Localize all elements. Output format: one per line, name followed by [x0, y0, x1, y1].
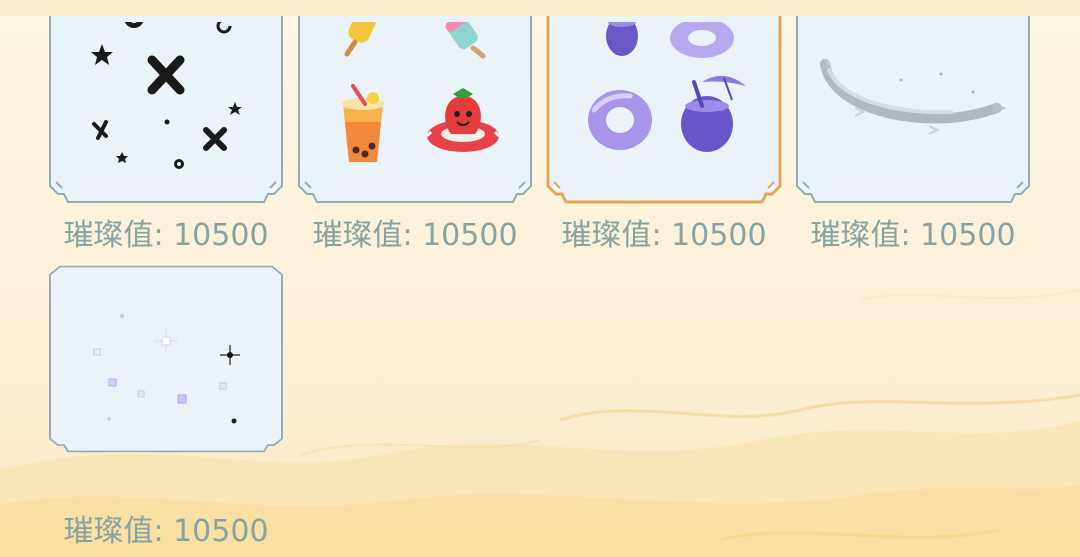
brilliance-value-5: 璀璨值: 10500 [63, 514, 269, 549]
effect-card-1[interactable] [48, 16, 284, 204]
brilliance-value-1: 璀璨值: 10500 [63, 218, 269, 253]
brilliance-value-2: 璀璨值: 10500 [312, 218, 518, 253]
black-stars-icon [91, 22, 242, 169]
summer-drinks-icon [341, 22, 501, 162]
effect-card-2[interactable] [297, 16, 533, 204]
sparkle-stars-icon [93, 314, 240, 424]
silver-comet-icon [820, 58, 1007, 135]
effect-card-3[interactable] [546, 16, 782, 204]
brilliance-value-4: 璀璨值: 10500 [810, 218, 1016, 253]
brilliance-value-3: 璀璨值: 10500 [561, 218, 767, 253]
effect-card-5[interactable] [48, 265, 284, 453]
effect-card-4[interactable] [795, 16, 1031, 204]
purple-swim-ring-icon [588, 22, 746, 152]
